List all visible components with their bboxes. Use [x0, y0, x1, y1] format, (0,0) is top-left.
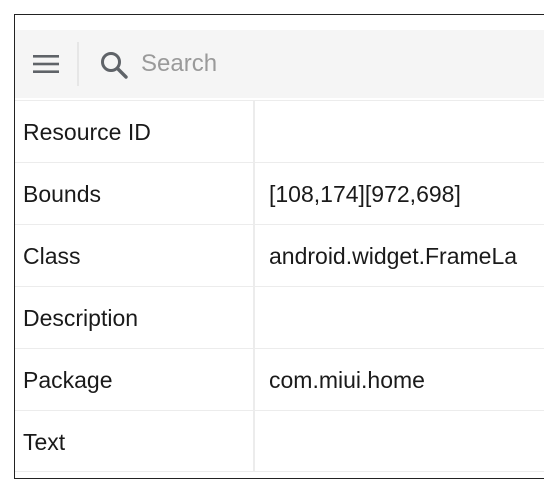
column-divider [253, 225, 255, 286]
search-icon[interactable] [99, 50, 129, 80]
toolbar-divider [77, 42, 79, 86]
hamburger-menu-icon [33, 55, 59, 73]
search-toolbar [15, 30, 544, 98]
menu-button[interactable] [15, 30, 77, 98]
search-input[interactable] [141, 46, 521, 82]
property-row-bounds: Bounds [108,174][972,698] [15, 162, 544, 224]
property-row-resource-id: Resource ID [15, 100, 544, 162]
column-divider [253, 101, 255, 162]
property-value: [108,174][972,698] [269, 181, 461, 207]
property-label: Text [23, 429, 66, 455]
column-divider [253, 411, 255, 471]
property-label: Class [23, 243, 81, 269]
properties-table: Resource ID Bounds [108,174][972,698] Cl… [15, 100, 544, 472]
property-label: Resource ID [23, 119, 151, 145]
property-label: Bounds [23, 181, 102, 207]
property-value: android.widget.FrameLa [269, 243, 518, 269]
property-label: Package [23, 367, 113, 393]
column-divider [253, 163, 255, 224]
property-row-class: Class android.widget.FrameLa [15, 224, 544, 286]
property-row-text: Text [15, 410, 544, 472]
inspector-panel: Resource ID Bounds [108,174][972,698] Cl… [14, 14, 544, 479]
property-row-description: Description [15, 286, 544, 348]
property-value: com.miui.home [269, 367, 425, 393]
column-divider [253, 349, 255, 410]
column-divider [253, 287, 255, 348]
property-row-package: Package com.miui.home [15, 348, 544, 410]
property-label: Description [23, 305, 139, 331]
